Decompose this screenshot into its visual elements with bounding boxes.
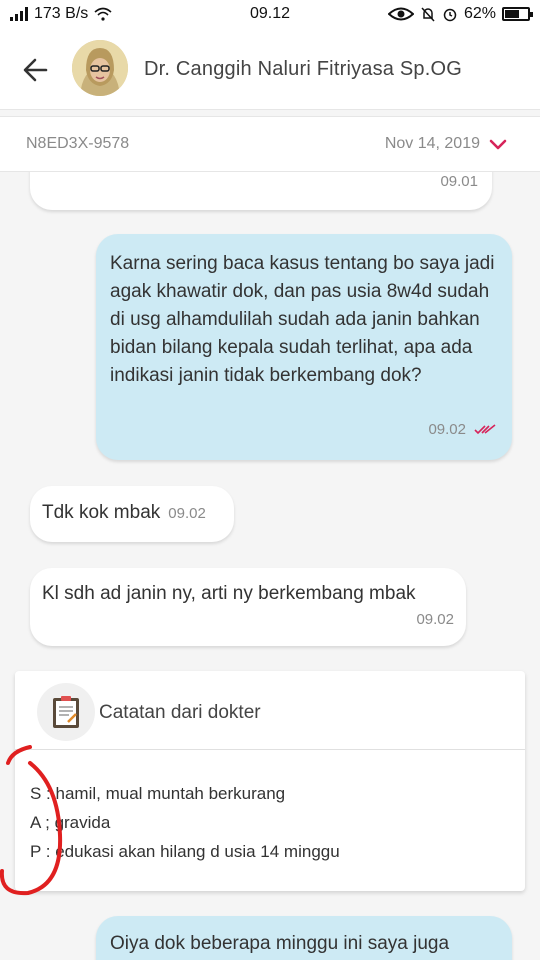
double-check-icon xyxy=(474,424,496,435)
message-outgoing: Karna sering baca kasus tentang bo saya … xyxy=(96,234,512,460)
message-time: 09.02 xyxy=(416,611,454,628)
divider xyxy=(15,749,525,750)
eye-icon xyxy=(387,7,414,21)
message-text: Tdk kok mbak xyxy=(42,502,161,523)
back-arrow-icon[interactable] xyxy=(18,52,54,88)
clipboard-icon xyxy=(37,683,95,741)
battery-percent: 62% xyxy=(463,5,496,22)
message-time: 09.01 xyxy=(440,173,478,190)
chat-header: Dr. Canggih Naluri Fitriyasa Sp.OG xyxy=(0,30,540,110)
doctor-avatar[interactable] xyxy=(72,40,128,96)
battery-icon xyxy=(502,7,533,21)
message-text: Kl sdh ad janin ny, arti ny berkembang m… xyxy=(42,583,416,604)
bell-off-icon xyxy=(421,7,435,22)
message-incoming: Kl sdh ad janin ny, arti ny berkembang m… xyxy=(30,568,466,646)
consultation-bar[interactable]: N8ED3X-9578 Nov 14, 2019 xyxy=(0,116,540,172)
note-content: S : hamil, mual muntah berkurang A ; gra… xyxy=(30,779,340,866)
message-outgoing: Oiya dok beberapa minggu ini saya juga xyxy=(96,916,512,960)
message-text: Karna sering baca kasus tentang bo saya … xyxy=(110,253,495,386)
message-text: Oiya dok beberapa minggu ini saya juga xyxy=(110,933,450,954)
doctor-note-card: Catatan dari dokter S : hamil, mual munt… xyxy=(15,671,525,891)
status-bar: 173 B/s 09.12 62% xyxy=(0,0,540,30)
message-time: 09.02 xyxy=(168,505,206,522)
consultation-id: N8ED3X-9578 xyxy=(26,135,130,152)
chevron-down-icon[interactable] xyxy=(488,135,508,155)
message-time: 09.02 xyxy=(428,421,466,438)
note-line-plan: P : edukasi akan hilang d usia 14 minggu xyxy=(30,842,340,861)
note-line-subjective: S : hamil, mual muntah berkurang xyxy=(30,784,286,803)
note-line-assessment: A ; gravida xyxy=(30,813,111,832)
message-incoming: Tdk kok mbak 09.02 xyxy=(30,486,234,542)
consultation-date: Nov 14, 2019 xyxy=(384,135,480,152)
alarm-icon xyxy=(443,8,457,22)
note-title: Catatan dari dokter xyxy=(99,702,261,723)
doctor-name: Dr. Canggih Naluri Fitriyasa Sp.OG xyxy=(144,58,463,80)
